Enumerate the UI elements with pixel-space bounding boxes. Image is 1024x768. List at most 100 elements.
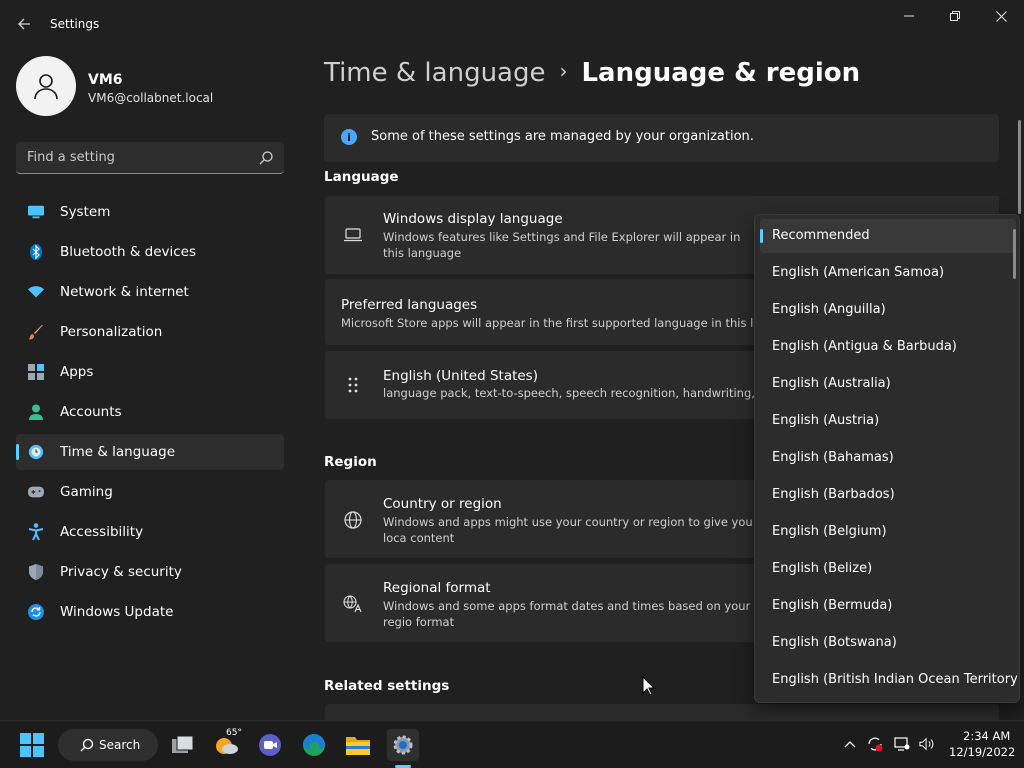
- dropdown-option[interactable]: English (Botswana): [760, 626, 1016, 660]
- sidebar-item-personalization[interactable]: Personalization: [16, 314, 284, 350]
- dropdown-option-label: English (Belize): [772, 561, 873, 576]
- card-description: Windows and apps might use your country …: [383, 515, 753, 545]
- start-button[interactable]: [16, 729, 48, 761]
- dropdown-option[interactable]: English (American Samoa): [760, 256, 1016, 290]
- dropdown-option-label: English (Antigua & Barbuda): [772, 339, 957, 354]
- sidebar-item-label: Windows Update: [60, 604, 174, 620]
- dropdown-option-label: English (Anguilla): [772, 302, 886, 317]
- dropdown-option[interactable]: English (Bahamas): [760, 441, 1016, 475]
- dropdown-option[interactable]: English (Belgium): [760, 515, 1016, 549]
- breadcrumb-separator: ›: [559, 59, 568, 83]
- show-hidden-icons-button[interactable]: [842, 736, 858, 752]
- sync-status-button[interactable]: [867, 736, 883, 752]
- dropdown-option-label: English (Botswana): [772, 635, 897, 650]
- task-view-icon: [172, 735, 194, 753]
- section-title-related: Related settings: [324, 678, 450, 694]
- gear-icon: [393, 735, 413, 755]
- arrow-left-icon: [18, 18, 30, 30]
- dropdown-option[interactable]: English (Australia): [760, 367, 1016, 401]
- back-button[interactable]: [10, 10, 38, 38]
- maximize-button[interactable]: [932, 0, 978, 32]
- card-title: English (United States): [383, 368, 538, 384]
- file-explorer-button[interactable]: [342, 729, 374, 761]
- sidebar-item-apps[interactable]: Apps: [16, 354, 284, 390]
- teams-chat-button[interactable]: [254, 729, 286, 761]
- dropdown-option-label: English (Bermuda): [772, 598, 893, 613]
- sidebar-item-label: System: [60, 204, 111, 220]
- title-bar: Settings: [0, 0, 1024, 48]
- dropdown-option[interactable]: English (Antigua & Barbuda): [760, 330, 1016, 364]
- sidebar-item-accounts[interactable]: Accounts: [16, 394, 284, 430]
- dropdown-option[interactable]: English (Barbados): [760, 478, 1016, 512]
- display-language-dropdown: Recommended English (American Samoa) Eng…: [754, 214, 1020, 703]
- restore-icon: [950, 11, 960, 21]
- card-related-settings[interactable]: [325, 704, 999, 720]
- user-name: VM6: [88, 72, 123, 88]
- accessibility-icon: [28, 523, 44, 541]
- chat-icon: [259, 734, 281, 756]
- user-profile[interactable]: VM6 VM6@collabnet.local: [16, 56, 296, 118]
- sidebar-item-bluetooth[interactable]: Bluetooth & devices: [16, 234, 284, 270]
- search-input[interactable]: [16, 142, 256, 173]
- info-icon: i: [341, 129, 357, 145]
- user-email: VM6@collabnet.local: [88, 91, 214, 105]
- settings-app-button[interactable]: [387, 729, 419, 761]
- sidebar-item-label: Personalization: [60, 324, 163, 340]
- monitor-icon: [28, 204, 44, 220]
- settings-search[interactable]: [16, 142, 284, 174]
- sidebar-item-label: Privacy & security: [60, 564, 182, 580]
- shield-icon: [28, 564, 44, 580]
- dropdown-option[interactable]: English (Anguilla): [760, 293, 1016, 327]
- close-button[interactable]: [978, 0, 1024, 32]
- sidebar-item-system[interactable]: System: [16, 194, 284, 230]
- sidebar-item-label: Accessibility: [60, 524, 144, 540]
- sidebar-item-label: Accounts: [60, 404, 122, 420]
- dropdown-option[interactable]: English (Bermuda): [760, 589, 1016, 623]
- globe-icon: [343, 510, 363, 530]
- minimize-button[interactable]: [886, 0, 932, 32]
- dropdown-option-label: English (Barbados): [772, 487, 895, 502]
- dropdown-option[interactable]: English (Austria): [760, 404, 1016, 438]
- sidebar-item-windows-update[interactable]: Windows Update: [16, 594, 284, 630]
- minimize-icon: [904, 15, 914, 17]
- sidebar-item-privacy[interactable]: Privacy & security: [16, 554, 284, 590]
- card-description: Windows and some apps format dates and t…: [383, 599, 751, 629]
- sidebar-item-label: Network & internet: [60, 284, 189, 300]
- edge-icon: [303, 734, 325, 756]
- section-title-region: Region: [324, 454, 377, 470]
- sidebar-item-label: Bluetooth & devices: [60, 244, 197, 260]
- sidebar-item-time-language[interactable]: Time & language: [16, 434, 284, 470]
- clock-time[interactable]: 2:34 AM: [963, 729, 1010, 743]
- dropdown-option[interactable]: English (Belize): [760, 552, 1016, 586]
- dropdown-option[interactable]: Recommended: [760, 219, 1016, 253]
- network-status-button[interactable]: [894, 736, 910, 752]
- sync-error-icon: [868, 737, 883, 752]
- dropdown-option[interactable]: English (British Indian Ocean Territory): [760, 663, 1019, 697]
- globe-clock-icon: [28, 444, 44, 460]
- card-description: Microsoft Store apps will appear in the …: [341, 316, 767, 330]
- dropdown-scrollbar[interactable]: [1013, 229, 1016, 279]
- language-format-icon: [343, 594, 363, 614]
- main-scrollbar[interactable]: [1018, 120, 1021, 214]
- sidebar-item-gaming[interactable]: Gaming: [16, 474, 284, 510]
- breadcrumb-parent[interactable]: Time & language: [324, 58, 545, 88]
- clock-date[interactable]: 12/19/2022: [949, 745, 1015, 759]
- drag-handle-icon[interactable]: [343, 375, 363, 395]
- sidebar-item-label: Gaming: [60, 484, 113, 500]
- mouse-cursor-icon: [642, 676, 656, 696]
- taskbar-search-label: Search: [99, 738, 141, 752]
- gamepad-icon: [28, 484, 44, 500]
- sidebar-item-accessibility[interactable]: Accessibility: [16, 514, 284, 550]
- dropdown-option-label: English (American Samoa): [772, 265, 945, 280]
- person-icon: [34, 74, 58, 100]
- brush-icon: [28, 324, 44, 340]
- taskbar-search-button[interactable]: Search: [58, 729, 158, 761]
- bluetooth-icon: [28, 244, 44, 260]
- wifi-icon: [28, 284, 44, 300]
- edge-browser-button[interactable]: [298, 729, 330, 761]
- sidebar-item-network[interactable]: Network & internet: [16, 274, 284, 310]
- task-view-button[interactable]: [167, 729, 199, 761]
- volume-button[interactable]: [919, 736, 935, 752]
- avatar: [16, 56, 76, 116]
- card-title: Preferred languages: [341, 297, 478, 313]
